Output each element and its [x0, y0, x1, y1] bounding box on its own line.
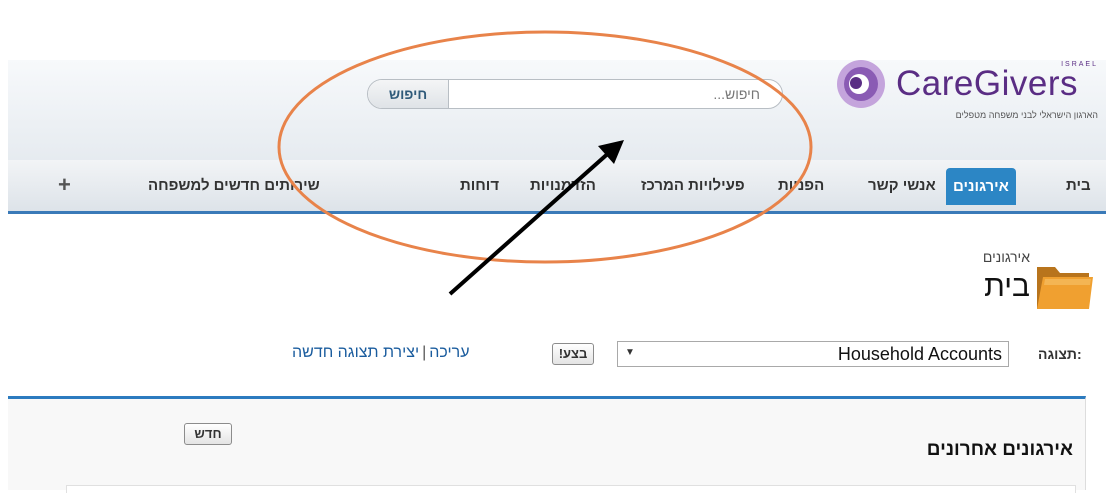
- tab-contacts[interactable]: אנשי קשר: [868, 177, 936, 194]
- search-box: חיפוש: [367, 79, 783, 109]
- folder-icon: [1037, 267, 1093, 309]
- logo-mark-icon: [837, 60, 885, 108]
- view-links: עריכה|יצירת תצוגה חדשה: [292, 344, 470, 362]
- recent-panel: חדש אירגונים אחרונים: [8, 396, 1086, 493]
- tab-opportunities[interactable]: הזדמנויות: [530, 177, 596, 194]
- tab-organizations[interactable]: אירגונים: [946, 168, 1016, 205]
- recent-panel-title: אירגונים אחרונים: [926, 439, 1073, 460]
- page-title: בית: [984, 270, 1030, 303]
- link-separator: |: [422, 344, 427, 361]
- logo-name: CareGivers: [896, 64, 1078, 103]
- page-subtitle: אירגונים: [982, 249, 1030, 265]
- view-selected-value: Household Accounts: [837, 344, 1002, 364]
- new-button[interactable]: חדש: [184, 423, 232, 445]
- create-view-link[interactable]: יצירת תצוגה חדשה: [292, 344, 419, 361]
- tab-add-plus[interactable]: +: [58, 172, 71, 198]
- tab-referrals[interactable]: הפניות: [778, 177, 824, 194]
- tab-home[interactable]: בית: [1066, 177, 1091, 194]
- tab-center-activities[interactable]: פעילויות המרכז: [641, 177, 745, 194]
- edit-view-link[interactable]: עריכה: [429, 344, 469, 361]
- logo: ISRAEL CareGivers הארגון הישראלי לבני מש…: [823, 56, 1106, 130]
- view-select[interactable]: Household Accounts ▼: [617, 341, 1009, 367]
- tab-new-family-services[interactable]: שירותים חדשים למשפחה: [148, 177, 320, 194]
- chevron-down-icon: ▼: [625, 347, 635, 358]
- recent-list: [66, 485, 1076, 493]
- search-input[interactable]: [450, 80, 770, 108]
- view-label: תצוגה:: [1038, 346, 1082, 362]
- tab-reports[interactable]: דוחות: [460, 177, 499, 194]
- go-button[interactable]: בצע!: [552, 343, 594, 365]
- logo-tagline: הארגון הישראלי לבני משפחה מטפלים: [955, 110, 1098, 120]
- tab-bar: בית אירגונים אנשי קשר הפניות פעילויות המ…: [8, 160, 1106, 214]
- search-button[interactable]: חיפוש: [368, 80, 449, 108]
